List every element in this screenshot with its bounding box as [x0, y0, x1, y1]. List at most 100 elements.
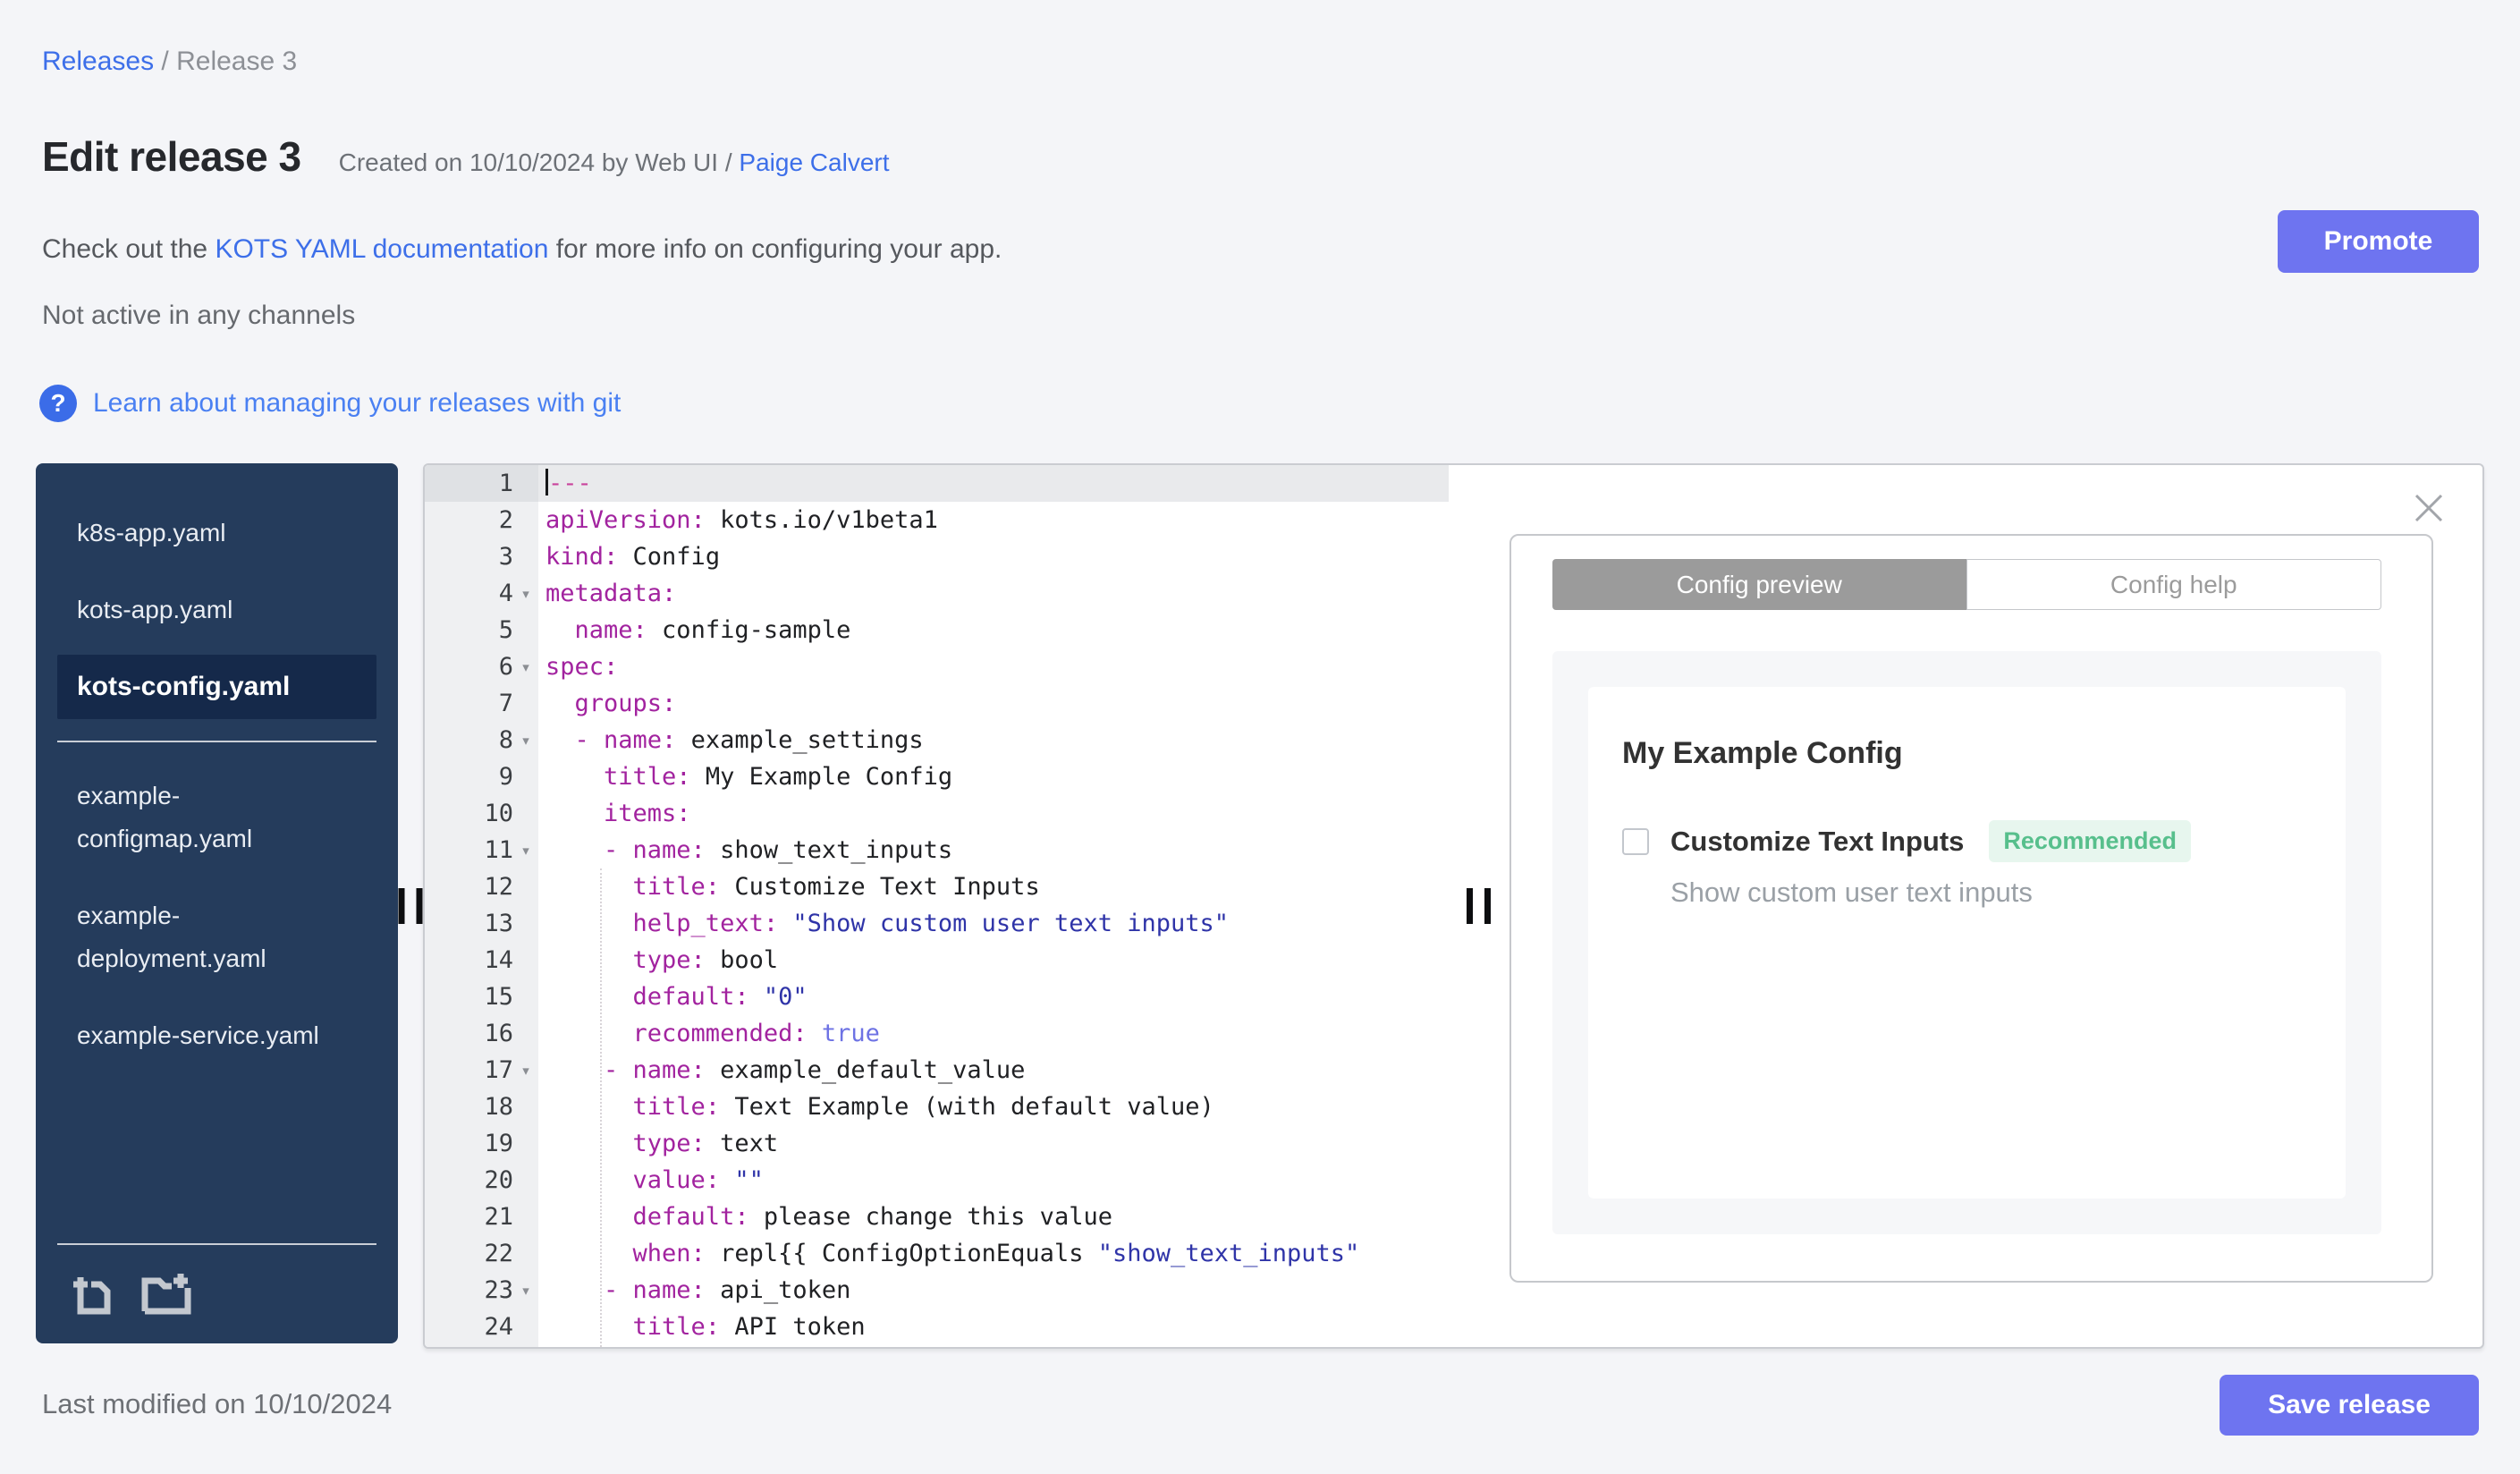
- code-line[interactable]: 15 ▾ default: "0": [425, 978, 1449, 1015]
- sidebar-actions: [57, 1243, 376, 1317]
- code-line-text[interactable]: recommended: true: [538, 1015, 1449, 1052]
- code-line-text[interactable]: kind: Config: [538, 538, 1449, 575]
- file-sidebar: k8s-app.yaml kots-app.yaml kots-config.y…: [36, 463, 398, 1343]
- code-line[interactable]: 21 ▾ default: please change this value: [425, 1199, 1449, 1235]
- sidebar-file-item[interactable]: example-deployment.yaml: [57, 884, 376, 991]
- config-preview-box: Config preview Config help My Example Con…: [1509, 534, 2433, 1283]
- code-line[interactable]: 6 ▾ spec:: [425, 648, 1449, 685]
- line-number: 14: [484, 946, 513, 974]
- fold-caret-icon[interactable]: ▾: [513, 843, 538, 859]
- line-number: 9: [498, 763, 513, 791]
- code-line-text[interactable]: - name: example_settings: [538, 722, 1449, 758]
- line-number: 24: [484, 1313, 513, 1341]
- code-line-text[interactable]: type: text: [538, 1125, 1449, 1162]
- code-line[interactable]: 23 ▾ - name: api_token: [425, 1272, 1449, 1309]
- line-number: 22: [484, 1240, 513, 1267]
- line-number: 4: [498, 580, 513, 607]
- panel-tab[interactable]: Config preview: [1552, 559, 1966, 610]
- code-line-text[interactable]: - name: api_token: [538, 1272, 1449, 1309]
- fold-caret-icon[interactable]: ▾: [513, 1283, 538, 1299]
- code-line[interactable]: 17 ▾ - name: example_default_value: [425, 1052, 1449, 1089]
- save-release-button[interactable]: Save release: [2220, 1375, 2479, 1436]
- code-line[interactable]: 20 ▾ value: "": [425, 1162, 1449, 1199]
- code-line[interactable]: 4 ▾ metadata:: [425, 575, 1449, 612]
- code-line-text[interactable]: apiVersion: kots.io/v1beta1: [538, 502, 1449, 538]
- code-line-text[interactable]: type: password: [538, 1345, 1449, 1347]
- config-item-checkbox[interactable]: [1622, 827, 1649, 855]
- code-line[interactable]: 3 ▾ kind: Config: [425, 538, 1449, 575]
- line-gutter: 3 ▾: [425, 538, 538, 575]
- line-gutter: 4 ▾: [425, 575, 538, 612]
- fold-caret-icon[interactable]: ▾: [513, 586, 538, 602]
- line-gutter: 25 ▾: [425, 1345, 538, 1347]
- panel-tab[interactable]: Config help: [1966, 559, 2381, 610]
- code-line-text[interactable]: type: bool: [538, 942, 1449, 978]
- code-line[interactable]: 12 ▾ title: Customize Text Inputs: [425, 868, 1449, 905]
- editor-resize-handle[interactable]: [1467, 888, 1491, 924]
- code-line[interactable]: 22 ▾ when: repl{{ ConfigOptionEquals "sh…: [425, 1235, 1449, 1272]
- sidebar-file-label: kots-app.yaml: [77, 596, 233, 623]
- code-line[interactable]: 24 ▾ title: API token: [425, 1309, 1449, 1345]
- code-line[interactable]: 8 ▾ - name: example_settings: [425, 722, 1449, 758]
- code-line[interactable]: 9 ▾ title: My Example Config: [425, 758, 1449, 795]
- code-line-text[interactable]: title: My Example Config: [538, 758, 1449, 795]
- yaml-editor[interactable]: 1 ▾ --- 2 ▾ apiVersion: kots.io/v1beta1 …: [425, 465, 1449, 1347]
- code-line-text[interactable]: name: config-sample: [538, 612, 1449, 648]
- code-line[interactable]: 13 ▾ help_text: "Show custom user text i…: [425, 905, 1449, 942]
- code-line[interactable]: 19 ▾ type: text: [425, 1125, 1449, 1162]
- fold-caret-icon[interactable]: ▾: [513, 659, 538, 675]
- line-gutter: 18 ▾: [425, 1089, 538, 1125]
- breadcrumb-releases-link[interactable]: Releases: [42, 47, 154, 76]
- code-line[interactable]: 7 ▾ groups:: [425, 685, 1449, 722]
- code-line[interactable]: 16 ▾ recommended: true: [425, 1015, 1449, 1052]
- code-line[interactable]: 5 ▾ name: config-sample: [425, 612, 1449, 648]
- code-line-text[interactable]: ---: [538, 465, 1449, 502]
- line-number: 6: [498, 653, 513, 681]
- code-line-text[interactable]: value: "": [538, 1162, 1449, 1199]
- sidebar-file-item[interactable]: example-service.yaml: [57, 1004, 376, 1068]
- code-line-text[interactable]: when: repl{{ ConfigOptionEquals "show_te…: [538, 1235, 1449, 1272]
- line-gutter: 24 ▾: [425, 1309, 538, 1345]
- author-link[interactable]: Paige Calvert: [739, 148, 889, 176]
- code-line-text[interactable]: spec:: [538, 648, 1449, 685]
- code-line-text[interactable]: items:: [538, 795, 1449, 832]
- code-line[interactable]: 1 ▾ ---: [425, 465, 1449, 502]
- code-line-text[interactable]: default: please change this value: [538, 1199, 1449, 1235]
- code-line-text[interactable]: - name: show_text_inputs: [538, 832, 1449, 868]
- page-title: Edit release 3: [42, 133, 301, 180]
- sidebar-file-item[interactable]: example-configmap.yaml: [57, 764, 376, 871]
- code-line-text[interactable]: title: Text Example (with default value): [538, 1089, 1449, 1125]
- code-line[interactable]: 18 ▾ title: Text Example (with default v…: [425, 1089, 1449, 1125]
- kots-yaml-doc-link[interactable]: KOTS YAML documentation: [215, 234, 548, 264]
- promote-button[interactable]: Promote: [2278, 210, 2479, 273]
- config-item-help: Show custom user text inputs: [1670, 877, 2033, 908]
- sidebar-resize-handle[interactable]: [398, 888, 423, 924]
- code-line-text[interactable]: help_text: "Show custom user text inputs…: [538, 905, 1449, 942]
- last-modified-text: Last modified on 10/10/2024: [42, 1388, 393, 1419]
- sidebar-file-label: k8s-app.yaml: [77, 519, 226, 546]
- code-line-text[interactable]: metadata:: [538, 575, 1449, 612]
- code-line-text[interactable]: groups:: [538, 685, 1449, 722]
- code-line[interactable]: 25 ▾ type: password: [425, 1345, 1449, 1347]
- code-line-text[interactable]: title: Customize Text Inputs: [538, 868, 1449, 905]
- code-line[interactable]: 11 ▾ - name: show_text_inputs: [425, 832, 1449, 868]
- sidebar-file-item[interactable]: kots-app.yaml: [57, 578, 376, 642]
- line-number: 13: [484, 910, 513, 937]
- question-mark-icon[interactable]: ?: [39, 385, 77, 422]
- code-line-text[interactable]: title: API token: [538, 1309, 1449, 1345]
- sidebar-file-item[interactable]: k8s-app.yaml: [57, 501, 376, 565]
- close-icon[interactable]: [2409, 488, 2448, 528]
- add-folder-icon[interactable]: [140, 1268, 193, 1317]
- add-file-icon[interactable]: [70, 1268, 120, 1317]
- code-line[interactable]: 2 ▾ apiVersion: kots.io/v1beta1: [425, 502, 1449, 538]
- code-line-text[interactable]: - name: example_default_value: [538, 1052, 1449, 1089]
- code-line-text[interactable]: default: "0": [538, 978, 1449, 1015]
- sidebar-file-item[interactable]: kots-config.yaml: [57, 655, 376, 719]
- line-number: 7: [498, 690, 513, 717]
- git-releases-link[interactable]: Learn about managing your releases with …: [93, 388, 621, 419]
- code-line[interactable]: 10 ▾ items:: [425, 795, 1449, 832]
- fold-caret-icon[interactable]: ▾: [513, 1063, 538, 1079]
- fold-caret-icon[interactable]: ▾: [513, 733, 538, 749]
- code-line[interactable]: 14 ▾ type: bool: [425, 942, 1449, 978]
